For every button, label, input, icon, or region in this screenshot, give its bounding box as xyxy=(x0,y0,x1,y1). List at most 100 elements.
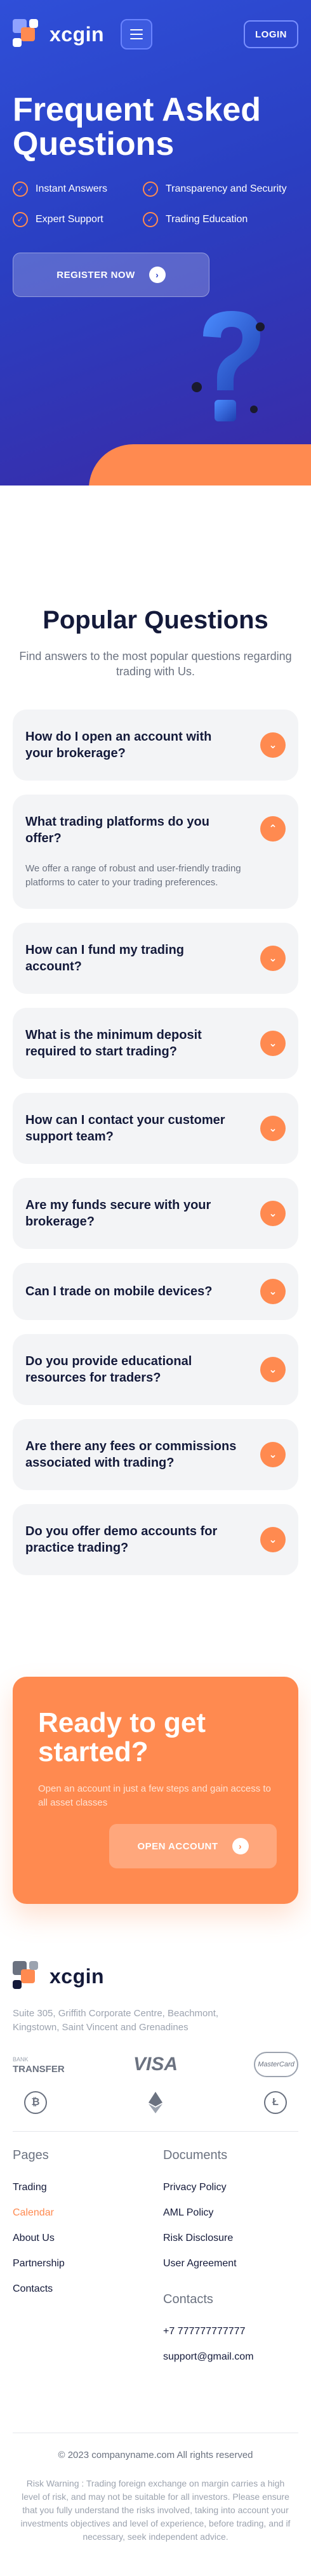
cta-title: Ready to get started? xyxy=(38,1707,206,1767)
chevron-down-icon[interactable]: ⌄ xyxy=(260,1279,286,1304)
faq-answer: We offer a range of robust and user-frie… xyxy=(25,863,241,888)
register-now-button[interactable]: REGISTER NOW › xyxy=(13,253,209,297)
company-address: Suite 305, Griffith Corporate Centre, Be… xyxy=(13,2008,219,2033)
faq-item[interactable]: How do I open an account with your broke… xyxy=(13,710,298,781)
faq-item[interactable]: What is the minimum deposit required to … xyxy=(13,1008,298,1079)
footer-columns: Pages Trading Calendar About Us Partners… xyxy=(13,2148,298,2377)
documents-column: Documents Privacy Policy AML Policy Risk… xyxy=(163,2148,298,2377)
feature-label: Trading Education xyxy=(166,214,248,225)
footer-link-aml-policy[interactable]: AML Policy xyxy=(163,2207,298,2219)
footer-link-privacy-policy[interactable]: Privacy Policy xyxy=(163,2182,298,2193)
faq-question: Do you provide educational resources for… xyxy=(25,1354,192,1385)
payment-methods: BANK TRANSFER VISA MasterCard ₿ Ł xyxy=(13,2050,298,2117)
check-icon: ✓ xyxy=(143,182,158,197)
chevron-down-icon[interactable]: ⌄ xyxy=(260,1116,286,1141)
arrow-right-icon: › xyxy=(232,1838,249,1854)
check-icon: ✓ xyxy=(13,182,28,197)
copyright: © 2023 companyname.com All rights reserv… xyxy=(13,2433,298,2460)
arrow-right-icon: › xyxy=(149,267,166,283)
footer-logo[interactable]: xcgin xyxy=(13,1961,298,1991)
bank-small-label: BANK xyxy=(13,2056,29,2063)
footer-divider xyxy=(13,2131,298,2132)
feature-label: Instant Answers xyxy=(36,183,107,194)
faq-item[interactable]: Can I trade on mobile devices? ⌄ xyxy=(13,1263,298,1320)
pages-column: Pages Trading Calendar About Us Partners… xyxy=(13,2148,163,2377)
login-button[interactable]: LOGIN xyxy=(244,20,298,48)
footer-link-partnership[interactable]: Partnership xyxy=(13,2258,163,2269)
chevron-down-icon[interactable]: ⌄ xyxy=(260,1527,286,1552)
question-mark-illustration-icon xyxy=(192,311,265,421)
chevron-up-icon[interactable]: ⌃ xyxy=(260,816,286,842)
ethereum-icon xyxy=(108,2088,203,2117)
feature-item: ✓ Expert Support xyxy=(13,212,143,227)
check-icon: ✓ xyxy=(143,212,158,227)
check-icon: ✓ xyxy=(13,212,28,227)
faq-item[interactable]: How can I fund my trading account? ⌄ xyxy=(13,923,298,994)
documents-title: Documents xyxy=(163,2148,228,2162)
cta-text: Open an account in just a few steps and … xyxy=(38,1783,271,1808)
faq-question: Are there any fees or commissions associ… xyxy=(25,1439,237,1470)
footer-link-about-us[interactable]: About Us xyxy=(13,2233,163,2244)
feature-label: Transparency and Security xyxy=(166,183,287,194)
chevron-down-icon[interactable]: ⌄ xyxy=(260,1201,286,1226)
faq-section: Popular Questions Find answers to the mo… xyxy=(0,485,311,1575)
faq-list: How do I open an account with your broke… xyxy=(13,710,298,1575)
faq-item[interactable]: Do you offer demo accounts for practice … xyxy=(13,1504,298,1575)
mastercard-label: MasterCard xyxy=(254,2052,298,2077)
mastercard-logo: MasterCard xyxy=(203,2050,298,2079)
hamburger-icon xyxy=(130,29,143,30)
footer-link-contacts[interactable]: Contacts xyxy=(13,2283,163,2295)
footer: xcgin Suite 305, Griffith Corporate Cent… xyxy=(0,1961,311,2563)
faq-item[interactable]: How can I contact your customer support … xyxy=(13,1093,298,1164)
faq-question: What is the minimum deposit required to … xyxy=(25,1028,202,1059)
register-label: REGISTER NOW xyxy=(56,269,135,281)
faq-question: Can I trade on mobile devices? xyxy=(25,1285,213,1298)
faq-item-open[interactable]: What trading platforms do you offer? We … xyxy=(13,795,298,909)
feature-list: ✓ Instant Answers ✓ Transparency and Sec… xyxy=(13,182,305,227)
open-account-button[interactable]: OPEN ACCOUNT › xyxy=(109,1824,277,1868)
feature-item: ✓ Transparency and Security xyxy=(143,182,298,197)
feature-label: Expert Support xyxy=(36,214,103,225)
faq-question: What trading platforms do you offer? xyxy=(25,815,209,845)
logo-mark-icon xyxy=(13,19,43,50)
visa-logo: VISA xyxy=(108,2050,203,2079)
chevron-down-icon[interactable]: ⌄ xyxy=(260,732,286,758)
contact-phone[interactable]: +7 777777777777 xyxy=(163,2326,298,2337)
logo-mark-icon xyxy=(13,1961,43,1991)
faq-question: How do I open an account with your broke… xyxy=(25,730,212,760)
feature-item: ✓ Trading Education xyxy=(143,212,298,227)
top-bar: xcgin LOGIN xyxy=(13,17,298,52)
feature-item: ✓ Instant Answers xyxy=(13,182,143,197)
contacts-title: Contacts xyxy=(163,2292,213,2306)
footer-link-risk-disclosure[interactable]: Risk Disclosure xyxy=(163,2233,298,2244)
pages-title: Pages xyxy=(13,2148,49,2162)
hero-title: Frequent Asked Questions xyxy=(13,91,261,162)
faq-question: Do you offer demo accounts for practice … xyxy=(25,1524,218,1555)
footer-link-trading[interactable]: Trading xyxy=(13,2182,163,2193)
faq-question: How can I contact your customer support … xyxy=(25,1113,225,1144)
bank-transfer-logo: BANK TRANSFER xyxy=(13,2050,108,2079)
contact-email[interactable]: support@gmail.com xyxy=(163,2351,298,2363)
hamburger-menu-button[interactable] xyxy=(121,19,152,50)
decorative-shape xyxy=(89,444,311,485)
visa-label: VISA xyxy=(133,2054,178,2075)
footer-link-calendar[interactable]: Calendar xyxy=(13,2207,163,2219)
chevron-down-icon[interactable]: ⌄ xyxy=(260,946,286,971)
logo-text: xcgin xyxy=(50,1964,105,1988)
faq-item[interactable]: Do you provide educational resources for… xyxy=(13,1334,298,1405)
logo[interactable]: xcgin xyxy=(13,19,104,50)
footer-link-user-agreement[interactable]: User Agreement xyxy=(163,2258,298,2269)
chevron-down-icon[interactable]: ⌄ xyxy=(260,1442,286,1467)
contacts-block: Contacts +7 777777777777 support@gmail.c… xyxy=(163,2292,298,2363)
cta-card: Ready to get started? Open an account in… xyxy=(13,1677,298,1904)
open-account-label: OPEN ACCOUNT xyxy=(137,1840,218,1852)
faq-item[interactable]: Are there any fees or commissions associ… xyxy=(13,1419,298,1490)
faq-item[interactable]: Are my funds secure with your brokerage?… xyxy=(13,1178,298,1249)
chevron-down-icon[interactable]: ⌄ xyxy=(260,1357,286,1382)
litecoin-icon: Ł xyxy=(203,2088,298,2117)
chevron-down-icon[interactable]: ⌄ xyxy=(260,1031,286,1056)
faq-question: Are my funds secure with your brokerage? xyxy=(25,1198,211,1229)
risk-warning: Risk Warning : Trading foreign exchange … xyxy=(20,2478,291,2542)
bitcoin-icon: ₿ xyxy=(13,2088,108,2117)
faq-subtitle: Find answers to the most popular questio… xyxy=(19,650,292,678)
